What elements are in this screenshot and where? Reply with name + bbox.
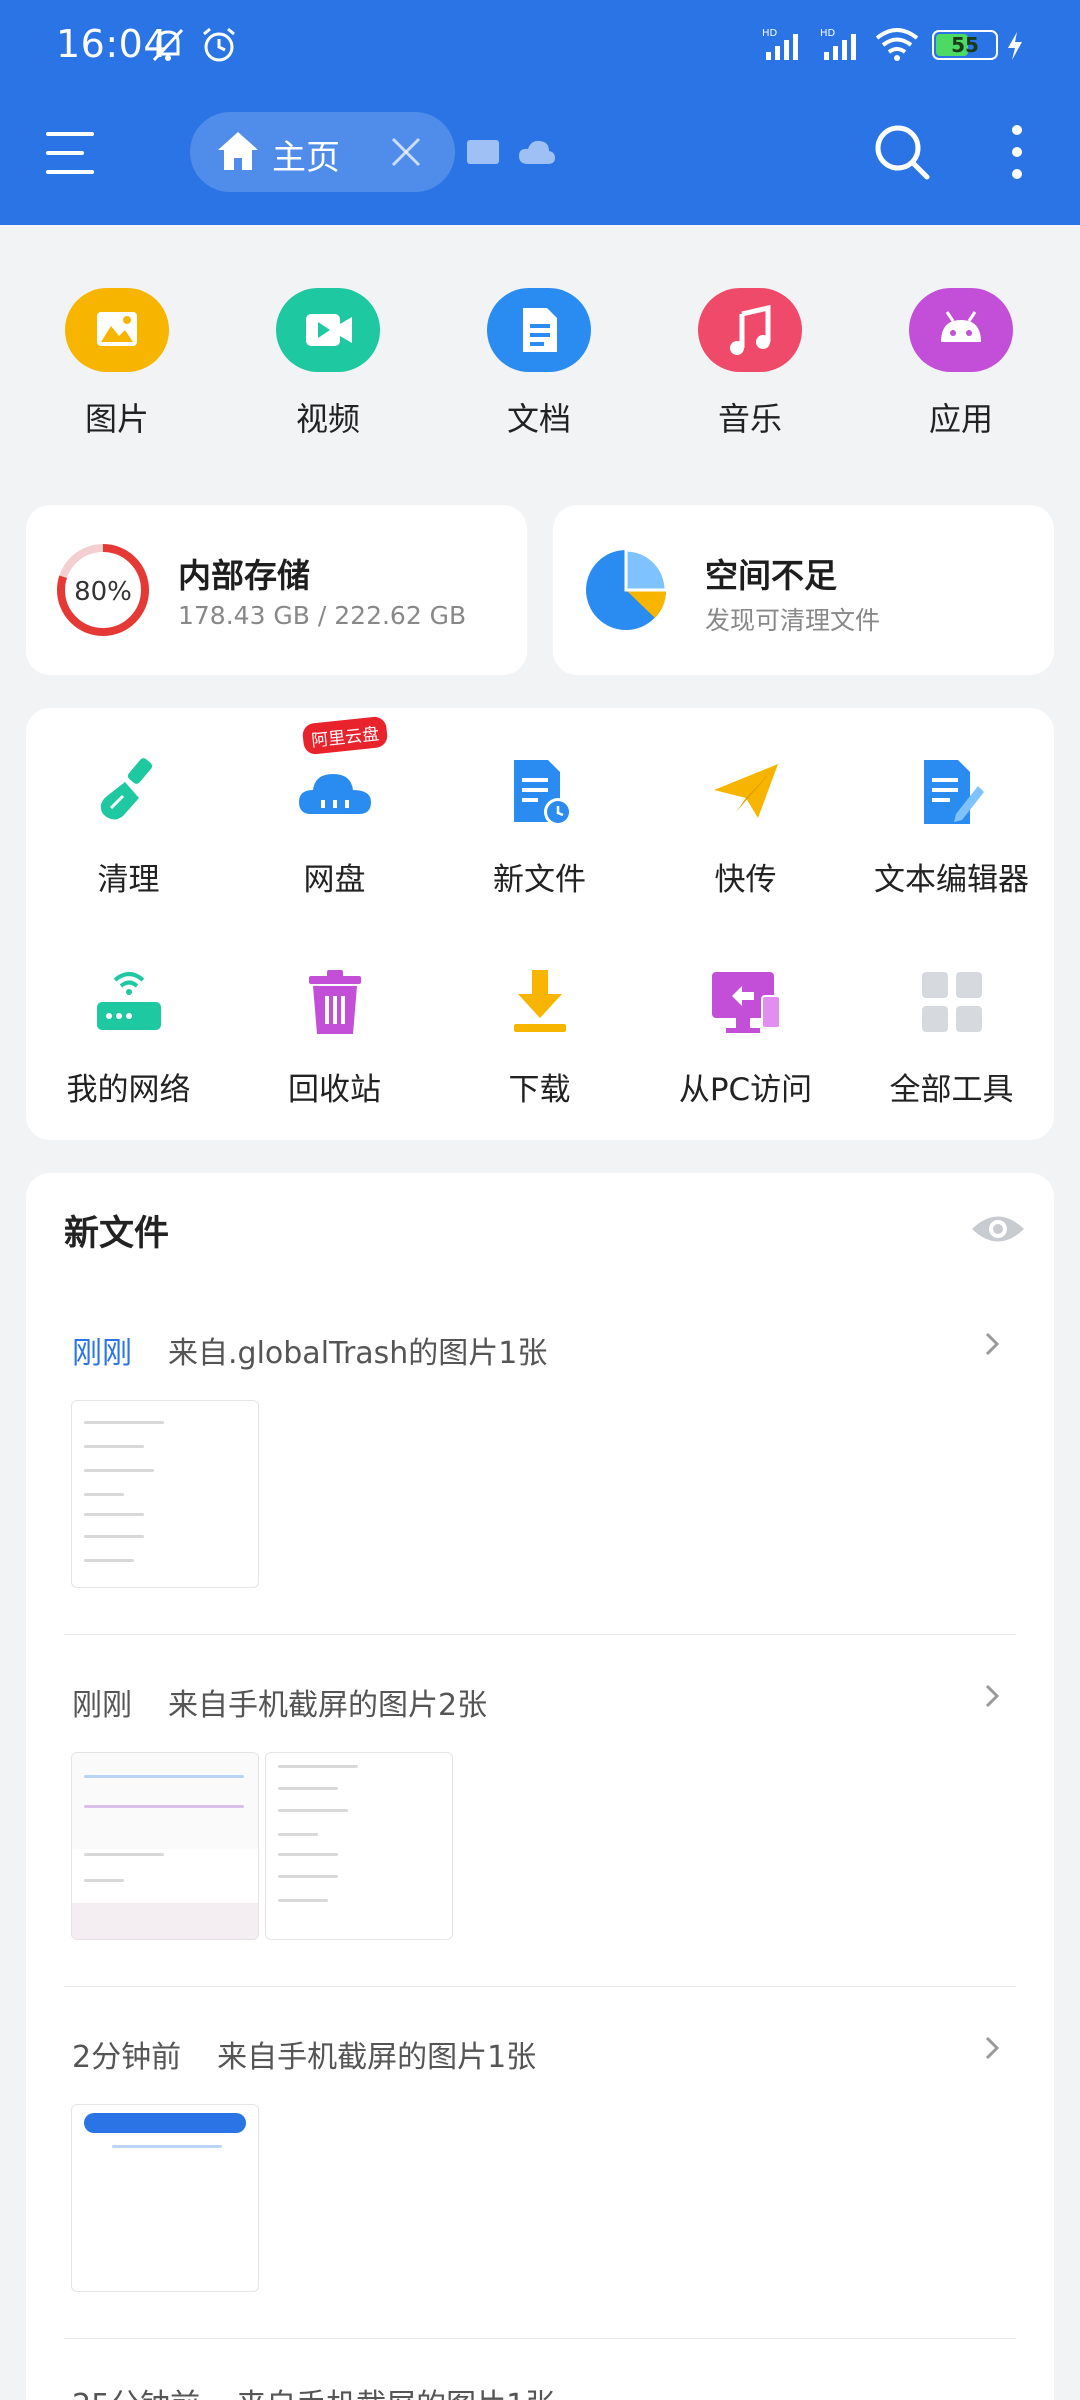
category-music[interactable]: 音乐: [690, 288, 810, 440]
category-music-label: 音乐: [717, 400, 782, 438]
battery-icon: 55: [932, 30, 998, 60]
trash-icon: [295, 962, 375, 1042]
file-group-desc: 来自手机截屏的图片1张: [217, 2040, 537, 2075]
tool-all-tools[interactable]: 全部工具: [849, 962, 1054, 1109]
search-icon[interactable]: [872, 122, 932, 186]
wifi-icon: [874, 26, 920, 66]
svg-text:HD: HD: [762, 28, 778, 39]
charging-icon: [1006, 32, 1024, 64]
tab-home[interactable]: 主页: [190, 112, 455, 192]
close-tab-icon[interactable]: [390, 136, 422, 172]
category-images[interactable]: 图片: [57, 288, 177, 440]
battery-level: 55: [951, 33, 979, 57]
more-options-icon[interactable]: [1008, 124, 1026, 184]
signal-2-icon: HD: [818, 26, 868, 66]
file-group-time: 刚刚: [72, 1336, 132, 1371]
mute-icon: [150, 26, 186, 68]
file-group-4[interactable]: 25分钟前 来自手机截屏的图片1张: [72, 2380, 555, 2400]
android-icon: [909, 288, 1013, 372]
new-file-icon: [500, 752, 580, 832]
music-icon: [698, 288, 802, 372]
tool-my-network[interactable]: 我的网络: [26, 962, 231, 1109]
status-bar: 16:04 HD HD 55: [0, 0, 1080, 95]
category-videos-label: 视频: [295, 400, 360, 438]
paper-plane-icon: [706, 752, 786, 832]
category-apps[interactable]: 应用: [901, 288, 1021, 440]
file-thumbnail[interactable]: [265, 1752, 453, 1940]
space-low-card[interactable]: 空间不足 发现可清理文件: [553, 505, 1054, 675]
divider: [64, 2338, 1016, 2339]
tool-my-network-label: 我的网络: [66, 1072, 191, 1108]
file-group-desc: 来自手机截屏的图片2张: [168, 1688, 488, 1723]
alarm-icon: [200, 26, 238, 68]
menu-icon[interactable]: [46, 130, 102, 180]
category-videos[interactable]: 视频: [268, 288, 388, 440]
tool-pc-access[interactable]: 从PC访问: [643, 962, 848, 1109]
file-group-time: 刚刚: [72, 1688, 132, 1723]
router-icon: [89, 962, 169, 1042]
storage-percent: 80%: [74, 577, 132, 607]
chevron-right-icon[interactable]: [984, 1678, 1000, 1718]
tab-home-label: 主页: [272, 138, 340, 178]
eye-icon[interactable]: [970, 1212, 1026, 1250]
tool-clean[interactable]: 清理: [26, 752, 231, 899]
pie-chart-icon: [586, 548, 668, 630]
tool-clean-label: 清理: [97, 862, 160, 898]
space-subtitle: 发现可清理文件: [705, 606, 881, 635]
category-images-label: 图片: [84, 400, 149, 438]
file-group-desc: 来自.globalTrash的图片1张: [168, 1336, 548, 1371]
internal-storage-card[interactable]: 80% 内部存储 178.43 GB / 222.62 GB: [26, 505, 527, 675]
divider: [64, 1986, 1016, 1987]
space-title: 空间不足: [705, 556, 837, 595]
divider: [64, 1634, 1016, 1635]
document-icon: [487, 288, 591, 372]
file-group-1[interactable]: 刚刚 来自.globalTrash的图片1张: [72, 1328, 547, 1372]
cloud-drive-icon: 阿里云盘: [295, 715, 388, 832]
chevron-right-icon[interactable]: [984, 2030, 1000, 2070]
grid-icon: [912, 962, 992, 1042]
home-icon: [216, 130, 260, 176]
pc-access-icon: [706, 962, 786, 1042]
tool-quick-transfer[interactable]: 快传: [643, 752, 848, 899]
download-icon: [500, 962, 580, 1042]
file-group-desc: 来自手机截屏的图片1张: [236, 2388, 555, 2400]
tool-pc-access-label: 从PC访问: [678, 1072, 813, 1108]
new-files-title: 新文件: [64, 1214, 170, 1254]
image-icon: [65, 288, 169, 372]
file-thumbnail[interactable]: [71, 1752, 259, 1940]
file-group-3[interactable]: 2分钟前 来自手机截屏的图片1张: [72, 2032, 536, 2076]
chevron-right-icon[interactable]: [984, 1326, 1000, 1366]
tab-cloud-icon[interactable]: [518, 138, 556, 170]
tool-new-files[interactable]: 新文件: [437, 752, 642, 899]
tool-new-files-label: 新文件: [493, 862, 586, 898]
tool-quick-transfer-label: 快传: [714, 862, 777, 898]
tool-cloud-drive-label: 网盘: [303, 862, 366, 898]
storage-usage: 178.43 GB / 222.62 GB: [178, 601, 467, 630]
tool-recycle-bin-label: 回收站: [288, 1072, 381, 1108]
category-documents-label: 文档: [506, 400, 571, 438]
tab-sdcard-icon[interactable]: [466, 138, 500, 170]
file-thumbnail[interactable]: [71, 2104, 259, 2292]
category-documents[interactable]: 文档: [479, 288, 599, 440]
tool-cloud-drive[interactable]: 阿里云盘 网盘: [232, 715, 437, 899]
tool-all-tools-label: 全部工具: [889, 1072, 1014, 1108]
category-apps-label: 应用: [928, 400, 993, 438]
tool-download[interactable]: 下载: [437, 962, 642, 1109]
file-thumbnail[interactable]: [71, 1400, 259, 1588]
storage-title: 内部存储: [178, 556, 310, 595]
file-group-time: 2分钟前: [72, 2040, 182, 2075]
text-editor-icon: [912, 752, 992, 832]
tool-download-label: 下载: [508, 1072, 571, 1108]
app-header: 16:04 HD HD 55 主页: [0, 0, 1080, 225]
file-group-2[interactable]: 刚刚 来自手机截屏的图片2张: [72, 1680, 487, 1724]
tool-text-editor[interactable]: 文本编辑器: [849, 752, 1054, 899]
tool-text-editor-label: 文本编辑器: [874, 862, 1029, 898]
svg-text:HD: HD: [820, 28, 836, 39]
file-group-time: 25分钟前: [72, 2388, 200, 2400]
video-icon: [276, 288, 380, 372]
signal-1-icon: HD: [760, 26, 810, 66]
broom-icon: [89, 752, 169, 832]
tool-recycle-bin[interactable]: 回收站: [232, 962, 437, 1109]
